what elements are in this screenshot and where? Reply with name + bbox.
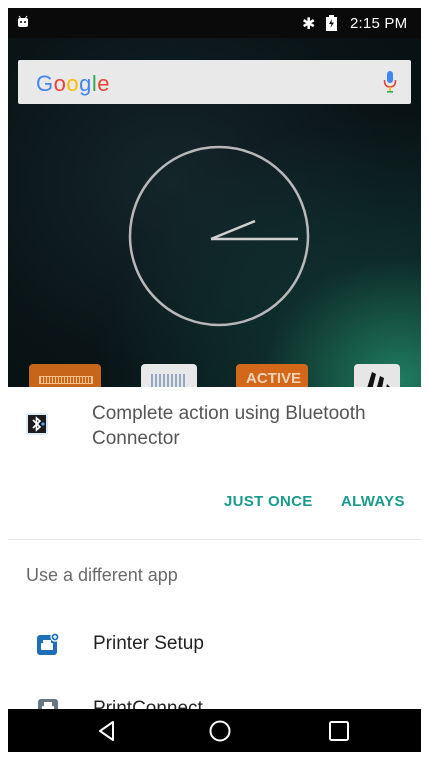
android-icon: [18, 15, 28, 27]
mic-icon[interactable]: [383, 70, 397, 94]
bluetooth-connector-icon: [26, 413, 48, 435]
app-name: Printer Setup: [93, 633, 204, 654]
status-time: 2:15 PM: [350, 15, 408, 32]
phone-screen: ✱ 2:15 PM Google ACTIVE Complete action …: [8, 8, 421, 752]
different-app-label: Use a different app: [26, 565, 178, 585]
divider: [8, 539, 421, 540]
home-wallpaper: Google ACTIVE: [8, 38, 421, 404]
analog-clock[interactable]: [128, 145, 310, 327]
recents-icon[interactable]: [326, 718, 352, 744]
home-icon[interactable]: [207, 718, 233, 744]
google-search-bar[interactable]: Google: [18, 60, 411, 104]
always-button[interactable]: ALWAYS: [341, 493, 405, 510]
app-option-printer-setup[interactable]: Printer Setup: [8, 618, 421, 674]
printer-setup-icon: [37, 632, 60, 655]
app-chooser-dialog: Complete action using Bluetooth Connecto…: [8, 387, 421, 719]
bluetooth-icon: ✱: [302, 16, 316, 33]
just-once-button[interactable]: JUST ONCE: [224, 493, 313, 510]
google-logo: Google: [36, 71, 111, 96]
dialog-title: Complete action using Bluetooth Connecto…: [92, 403, 366, 449]
battery-charging-icon: [326, 15, 337, 31]
status-bar: ✱ 2:15 PM: [8, 8, 421, 38]
back-icon[interactable]: [94, 718, 120, 744]
navigation-bar: [8, 709, 421, 752]
